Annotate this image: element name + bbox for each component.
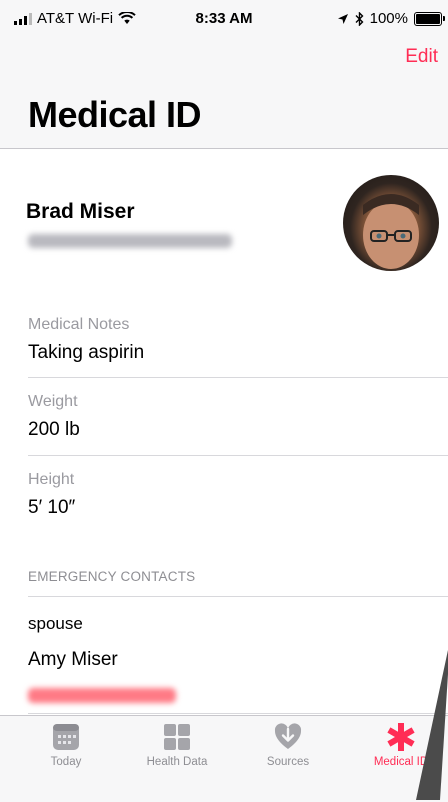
battery-icon [414, 11, 445, 26]
bluetooth-icon [355, 11, 364, 26]
height-label: Height [28, 471, 75, 488]
calendar-icon [53, 724, 79, 750]
tab-sources[interactable]: Sources [232, 722, 344, 768]
weight-value: 200 lb [28, 419, 80, 440]
location-arrow-icon [337, 13, 348, 24]
heart-arrow-icon [274, 723, 302, 749]
battery-percent: 100% [369, 10, 408, 27]
contact-relation: spouse [28, 614, 83, 633]
tab-label: Sources [266, 756, 310, 768]
avatar-photo [363, 194, 419, 269]
divider [28, 455, 448, 456]
contact-name[interactable]: Amy Miser [28, 649, 118, 671]
height-value: 5′ 10″ [28, 497, 76, 518]
emergency-contacts-header: EMERGENCY CONTACTS [28, 569, 196, 584]
page-title: Medical ID [28, 94, 202, 135]
status-right: 100% [337, 10, 445, 27]
edit-button[interactable]: Edit [405, 46, 438, 68]
birthdate-redacted [28, 234, 232, 248]
tab-today[interactable]: Today [10, 722, 122, 768]
divider [28, 377, 448, 378]
status-bar: AT&T Wi-Fi 8:33 AM 100% [0, 0, 448, 38]
nav-header: Edit Medical ID [0, 38, 448, 149]
contact-phone-redacted[interactable] [28, 688, 176, 703]
medical-notes-label: Medical Notes [28, 316, 130, 333]
tab-health-data[interactable]: Health Data [121, 722, 233, 768]
tab-label: Today [50, 756, 82, 768]
tab-label: Health Data [146, 756, 208, 768]
medical-notes-value: Taking aspirin [28, 342, 145, 363]
weight-label: Weight [28, 393, 78, 410]
divider [28, 596, 448, 597]
grid-icon [164, 724, 190, 750]
avatar [343, 175, 439, 271]
callout-pointer [416, 650, 448, 800]
profile-name: Brad Miser [26, 200, 135, 223]
